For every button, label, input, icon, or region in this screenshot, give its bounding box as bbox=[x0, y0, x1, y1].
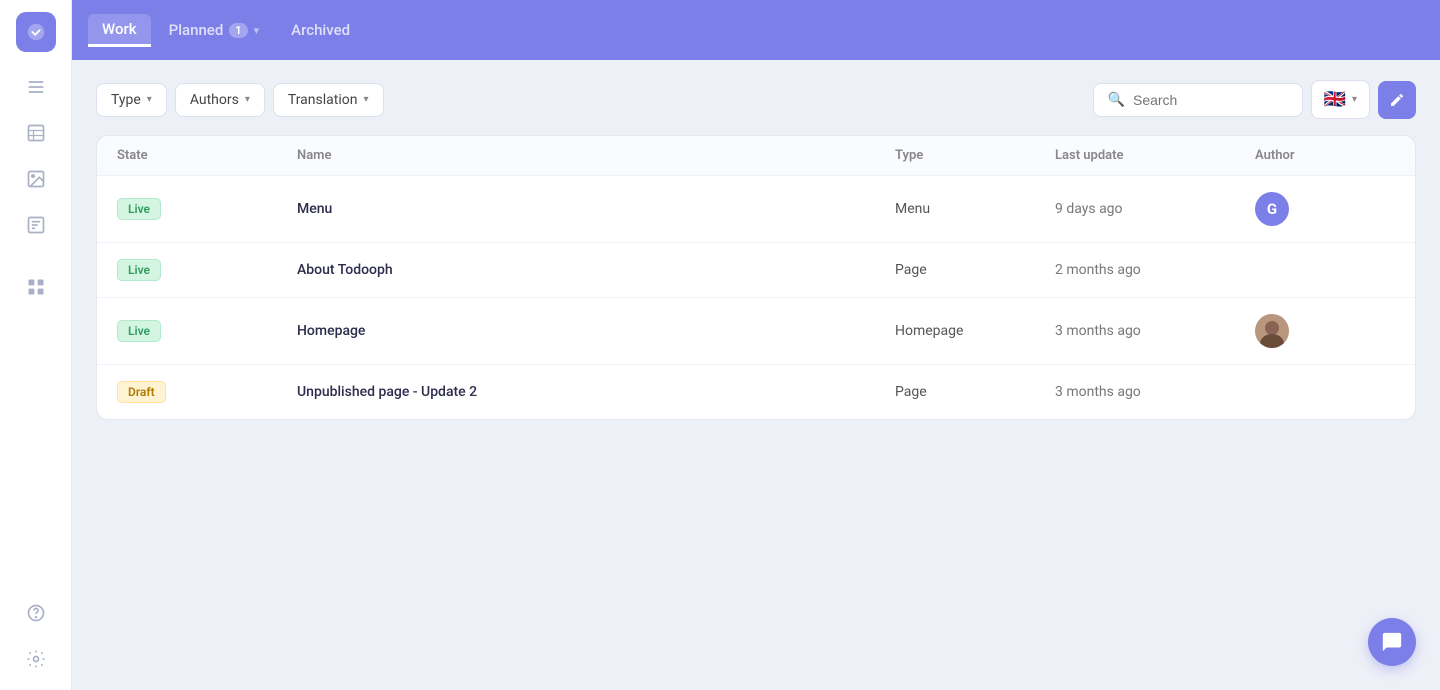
date-cell: 3 months ago bbox=[1055, 323, 1255, 339]
nav-archived-label: Archived bbox=[291, 21, 350, 39]
nav-planned-label: Planned bbox=[169, 21, 224, 39]
content-area: Type ▾ Authors ▾ Translation ▾ 🔍 🇬🇧 ▾ bbox=[72, 60, 1440, 690]
nav-archived[interactable]: Archived bbox=[277, 15, 364, 45]
grid-icon[interactable] bbox=[17, 268, 55, 306]
type-cell: Menu bbox=[895, 201, 1055, 217]
name-cell: Menu bbox=[297, 201, 895, 217]
authors-filter-label: Authors bbox=[190, 92, 239, 108]
col-name: Name bbox=[297, 148, 895, 163]
filter-bar: Type ▾ Authors ▾ Translation ▾ 🔍 🇬🇧 ▾ bbox=[96, 80, 1416, 119]
state-cell: Live bbox=[117, 259, 297, 281]
logo[interactable] bbox=[16, 12, 56, 52]
search-input[interactable] bbox=[1133, 92, 1288, 108]
table-row[interactable]: Live Homepage Homepage 3 months ago bbox=[97, 298, 1415, 365]
type-filter-label: Type bbox=[111, 92, 141, 108]
form-icon[interactable] bbox=[17, 206, 55, 244]
col-state: State bbox=[117, 148, 297, 163]
planned-chevron-icon: ▾ bbox=[254, 24, 260, 37]
help-icon[interactable] bbox=[17, 594, 55, 632]
status-badge: Live bbox=[117, 198, 161, 220]
chat-bubble[interactable] bbox=[1368, 618, 1416, 666]
status-badge: Draft bbox=[117, 381, 166, 403]
state-cell: Live bbox=[117, 198, 297, 220]
authors-chevron-icon: ▾ bbox=[245, 94, 250, 105]
table-row[interactable]: Draft Unpublished page - Update 2 Page 3… bbox=[97, 365, 1415, 419]
sidebar bbox=[0, 0, 72, 690]
table-row[interactable]: Live Menu Menu 9 days ago G bbox=[97, 176, 1415, 243]
type-chevron-icon: ▾ bbox=[147, 94, 152, 105]
status-badge: Live bbox=[117, 259, 161, 281]
avatar bbox=[1255, 314, 1289, 348]
date-cell: 2 months ago bbox=[1055, 262, 1255, 278]
search-icon: 🔍 bbox=[1108, 92, 1125, 108]
edit-button[interactable] bbox=[1378, 81, 1416, 119]
nav-work[interactable]: Work bbox=[88, 14, 151, 47]
state-cell: Draft bbox=[117, 381, 297, 403]
date-cell: 9 days ago bbox=[1055, 201, 1255, 217]
nav-work-label: Work bbox=[102, 20, 137, 38]
type-filter[interactable]: Type ▾ bbox=[96, 83, 167, 117]
planned-badge: 1 bbox=[229, 23, 247, 38]
settings-icon[interactable] bbox=[17, 640, 55, 678]
status-badge: Live bbox=[117, 320, 161, 342]
col-last-update: Last update bbox=[1055, 148, 1255, 163]
state-cell: Live bbox=[117, 320, 297, 342]
flag-icon: 🇬🇧 bbox=[1324, 89, 1346, 110]
type-cell: Page bbox=[895, 262, 1055, 278]
author-cell bbox=[1255, 314, 1395, 348]
col-author: Author bbox=[1255, 148, 1395, 163]
table-row[interactable]: Live About Todooph Page 2 months ago bbox=[97, 243, 1415, 298]
top-nav: Work Planned 1 ▾ Archived bbox=[72, 0, 1440, 60]
type-cell: Homepage bbox=[895, 323, 1055, 339]
table-header: State Name Type Last update Author bbox=[97, 136, 1415, 176]
name-cell: Homepage bbox=[297, 323, 895, 339]
author-cell: G bbox=[1255, 192, 1395, 226]
menu-icon[interactable] bbox=[17, 68, 55, 106]
name-cell: Unpublished page - Update 2 bbox=[297, 384, 895, 400]
type-cell: Page bbox=[895, 384, 1055, 400]
lang-chevron-icon: ▾ bbox=[1352, 94, 1357, 105]
translation-chevron-icon: ▾ bbox=[363, 94, 368, 105]
date-cell: 3 months ago bbox=[1055, 384, 1255, 400]
col-type: Type bbox=[895, 148, 1055, 163]
content-table: State Name Type Last update Author Live … bbox=[96, 135, 1416, 420]
main-area: Work Planned 1 ▾ Archived Type ▾ Authors… bbox=[72, 0, 1440, 690]
avatar: G bbox=[1255, 192, 1289, 226]
language-selector[interactable]: 🇬🇧 ▾ bbox=[1311, 80, 1370, 119]
translation-filter-label: Translation bbox=[288, 92, 358, 108]
nav-planned[interactable]: Planned 1 ▾ bbox=[155, 15, 274, 45]
translation-filter[interactable]: Translation ▾ bbox=[273, 83, 384, 117]
image-icon[interactable] bbox=[17, 160, 55, 198]
search-box[interactable]: 🔍 bbox=[1093, 83, 1303, 117]
table-icon[interactable] bbox=[17, 114, 55, 152]
name-cell: About Todooph bbox=[297, 262, 895, 278]
authors-filter[interactable]: Authors ▾ bbox=[175, 83, 265, 117]
